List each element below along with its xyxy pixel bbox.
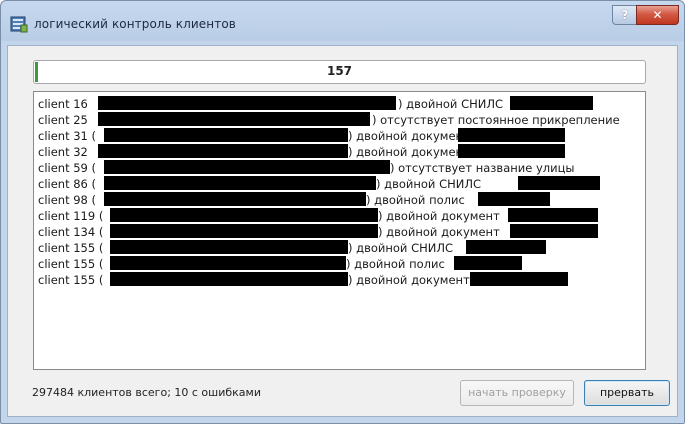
log-message: ) двойной документ — [348, 145, 470, 159]
log-message: ) двойной полис — [346, 257, 445, 271]
log-message: ) двойной документ — [348, 129, 470, 143]
list-item: client 32 ) двойной документ — [38, 144, 565, 160]
list-item: client 155 ( ) двойной полис — [38, 256, 522, 272]
log-message: ) двойной документ — [378, 225, 500, 239]
redacted-block — [98, 144, 348, 158]
dialog-body: 157 client 16 ) двойной СНИЛС client 25 … — [7, 45, 678, 417]
list-item: client 25 ) отсутствует постоянное прикр… — [38, 112, 620, 128]
redacted-block — [510, 96, 593, 110]
title-bar[interactable]: логический контроль клиентов ? ✕ — [1, 1, 684, 45]
list-item: client 86 ( ) двойной СНИЛС — [38, 176, 600, 192]
log-message: ) двойной СНИЛС — [376, 177, 482, 191]
progress-bar: 157 — [33, 60, 646, 84]
app-icon — [10, 16, 28, 33]
client-id: client 119 ( — [38, 209, 104, 223]
client-id: client 86 ( — [38, 177, 97, 191]
client-id: client 32 — [38, 145, 88, 159]
help-button[interactable]: ? — [612, 5, 638, 25]
client-id: client 155 ( — [38, 273, 104, 287]
redacted-block — [104, 128, 348, 142]
log-message: ) двойной СНИЛС — [348, 241, 454, 255]
redacted-block — [98, 112, 370, 126]
log-message: ) двойной полис — [366, 193, 465, 207]
redacted-block — [98, 96, 396, 110]
dialog-window: логический контроль клиентов ? ✕ 157 cli… — [0, 0, 685, 424]
list-item: client 16 ) двойной СНИЛС — [38, 96, 593, 112]
client-id: client 31 ( — [38, 129, 97, 143]
list-item: client 134 ( ) двойной документ — [38, 224, 598, 240]
window-title: логический контроль клиентов — [34, 17, 236, 31]
redacted-block — [110, 208, 378, 222]
list-item: client 59 ( ) отсутствует название улицы — [38, 160, 575, 176]
redacted-block — [510, 224, 598, 238]
redacted-block — [110, 240, 348, 254]
redacted-block — [466, 240, 546, 254]
list-item: client 119 ( ) двойной документ — [38, 208, 598, 224]
list-item: client 98 ( ) двойной полис — [38, 192, 550, 208]
close-button[interactable]: ✕ — [636, 5, 679, 25]
client-id: client 155 ( — [38, 241, 104, 255]
client-id: client 59 ( — [38, 161, 97, 175]
redacted-block — [104, 192, 366, 206]
redacted-block — [508, 208, 598, 222]
client-id: client 98 ( — [38, 193, 97, 207]
log-message: ) отсутствует название улицы — [390, 161, 575, 175]
start-check-button[interactable]: начать проверку — [460, 380, 574, 406]
redacted-block — [458, 128, 565, 142]
list-item: client 155 ( ) двойной СНИЛС — [38, 240, 546, 256]
redacted-block — [104, 160, 390, 174]
log-message: ) отсутствует постоянное прикрепление — [372, 113, 620, 127]
abort-button[interactable]: прервать — [584, 380, 670, 406]
redacted-block — [104, 176, 376, 190]
list-item: client 31 ( ) двойной документ — [38, 128, 565, 144]
client-id: client 25 — [38, 113, 88, 127]
redacted-block — [470, 272, 568, 286]
redacted-block — [454, 256, 522, 270]
log-message: ) двойной СНИЛС — [398, 97, 504, 111]
list-item: client 155 ( ) двойной документ — [38, 272, 568, 288]
redacted-block — [518, 176, 600, 190]
redacted-block — [110, 272, 348, 286]
client-id: client 155 ( — [38, 257, 104, 271]
redacted-block — [110, 256, 346, 270]
log-list[interactable]: client 16 ) двойной СНИЛС client 25 ) от… — [33, 91, 646, 370]
progress-value: 157 — [326, 64, 353, 78]
log-message: ) двойной документ — [378, 209, 500, 223]
log-message: ) двойной документ — [348, 273, 470, 287]
client-id: client 134 ( — [38, 225, 104, 239]
redacted-block — [478, 192, 550, 206]
redacted-block — [458, 144, 565, 158]
redacted-block — [110, 224, 378, 238]
status-summary: 297484 клиентов всего; 10 с ошибками — [32, 386, 261, 399]
client-id: client 16 — [38, 97, 88, 111]
